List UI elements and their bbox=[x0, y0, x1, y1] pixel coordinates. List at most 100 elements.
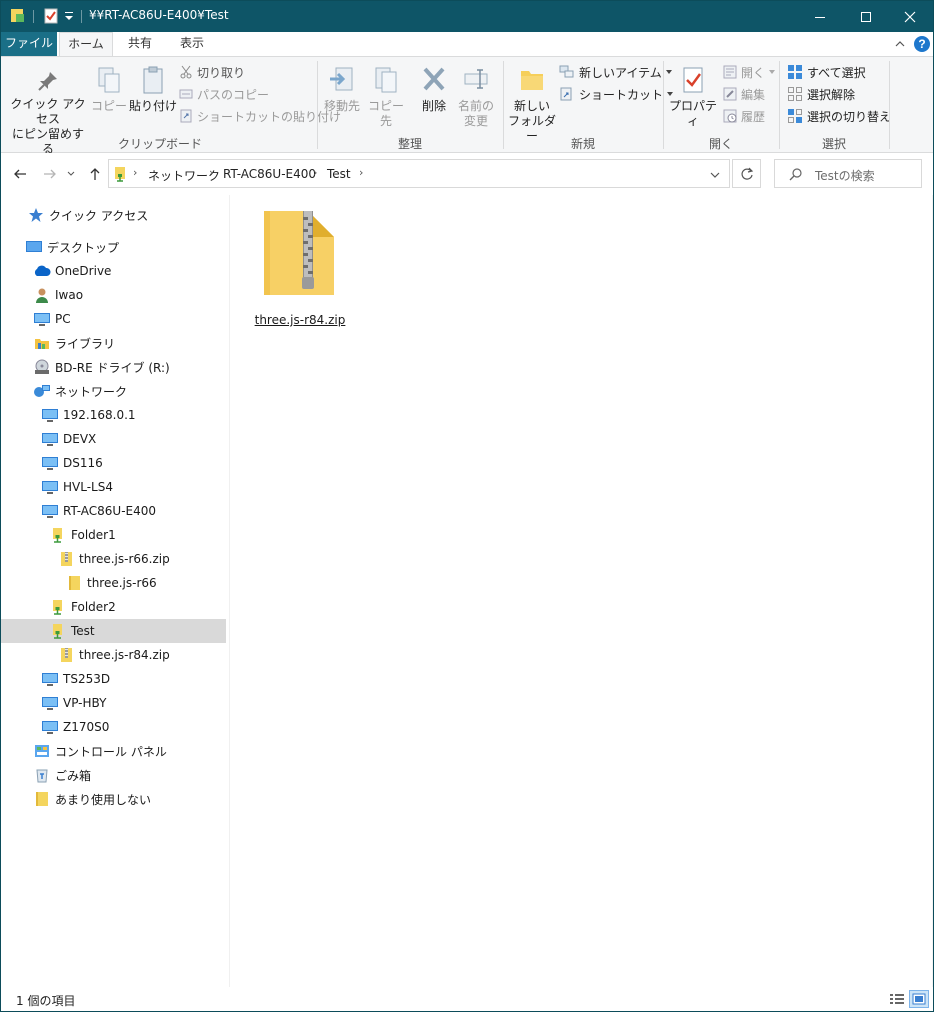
recent-locations-button[interactable] bbox=[63, 163, 79, 185]
chevron-up-icon[interactable] bbox=[894, 38, 906, 53]
address-history-dropdown[interactable] bbox=[709, 169, 721, 184]
nav-folder1[interactable]: Folder1 bbox=[1, 523, 226, 547]
select-all-button[interactable]: すべて選択 bbox=[787, 62, 866, 82]
tab-file[interactable]: ファイル bbox=[1, 32, 57, 56]
chevron-right-icon[interactable]: › bbox=[359, 166, 363, 179]
back-arrow-icon bbox=[14, 169, 26, 179]
invert-selection-icon bbox=[788, 109, 802, 123]
forward-arrow-icon bbox=[44, 169, 56, 179]
forward-button[interactable] bbox=[39, 163, 61, 185]
history-button[interactable]: 履歴 bbox=[723, 106, 765, 126]
nav-pc[interactable]: PC bbox=[1, 307, 226, 331]
copy-button[interactable]: コピー bbox=[91, 65, 127, 114]
details-view-button[interactable] bbox=[887, 990, 907, 1008]
select-none-button[interactable]: 選択解除 bbox=[787, 84, 855, 104]
breadcrumb-router[interactable]: RT-AC86U-E400 bbox=[223, 167, 316, 181]
tab-home[interactable]: ホーム bbox=[59, 32, 113, 57]
help-icon[interactable]: ? bbox=[913, 35, 931, 56]
cut-button[interactable]: 切り取り bbox=[179, 62, 245, 82]
nav-ds116[interactable]: DS116 bbox=[1, 451, 226, 475]
nav-rarely-used[interactable]: あまり使用しない bbox=[1, 787, 226, 811]
chevron-right-icon[interactable]: › bbox=[209, 166, 213, 179]
nav-devx[interactable]: DEVX bbox=[1, 427, 226, 451]
up-button[interactable] bbox=[84, 163, 106, 185]
select-all-label: すべて選択 bbox=[807, 65, 866, 80]
nav-label: クイック アクセス bbox=[49, 208, 149, 223]
nav-192-168-0-1[interactable]: 192.168.0.1 bbox=[1, 403, 226, 427]
nav-recycle-bin[interactable]: ごみ箱 bbox=[1, 763, 226, 787]
invert-selection-label: 選択の切り替え bbox=[807, 109, 892, 124]
nav-label: ライブラリ bbox=[55, 336, 116, 351]
nav-library[interactable]: ライブラリ bbox=[1, 331, 226, 355]
nav-three-js-r66[interactable]: three.js-r66 bbox=[1, 571, 226, 595]
nav-label: Folder1 bbox=[71, 528, 116, 542]
rename-icon bbox=[464, 69, 488, 89]
shortcut-button[interactable]: ショートカット bbox=[559, 84, 679, 104]
copy-label: コピー bbox=[91, 99, 128, 113]
delete-button[interactable]: 削除 bbox=[415, 65, 453, 114]
close-button[interactable] bbox=[887, 1, 933, 32]
ribbon-tabs: ファイル ホーム 共有 表示 ? bbox=[1, 32, 933, 57]
chevron-right-icon[interactable]: › bbox=[133, 166, 137, 179]
rename-button[interactable]: 名前の 変更 bbox=[455, 65, 497, 129]
properties-icon[interactable] bbox=[43, 8, 59, 24]
copy-to-button[interactable]: コピー先 bbox=[365, 65, 407, 129]
nav-three-js-r84-zip[interactable]: three.js-r84.zip bbox=[1, 643, 226, 667]
nav-hvl-ls4[interactable]: HVL-LS4 bbox=[1, 475, 226, 499]
properties-button[interactable]: プロパティ bbox=[667, 65, 719, 129]
group-label-select: 選択 bbox=[821, 137, 846, 151]
nav-bd-re-drive[interactable]: BD-RE ドライブ (R:) bbox=[1, 355, 226, 379]
move-to-button[interactable]: 移動先 bbox=[321, 65, 363, 114]
new-item-button[interactable]: 新しいアイテム bbox=[559, 62, 678, 82]
nav-vp-hby[interactable]: VP-HBY bbox=[1, 691, 226, 715]
breadcrumb-test[interactable]: Test bbox=[327, 167, 351, 181]
tab-share[interactable]: 共有 bbox=[115, 32, 165, 56]
nav-user[interactable]: Iwao bbox=[1, 283, 226, 307]
group-label-open: 開く bbox=[708, 137, 733, 151]
large-icons-view-button[interactable] bbox=[909, 990, 929, 1008]
network-folder-icon bbox=[49, 622, 67, 640]
refresh-button[interactable] bbox=[732, 159, 761, 188]
desktop-icon bbox=[25, 238, 43, 256]
paste-button[interactable]: 貼り付け bbox=[129, 65, 177, 114]
file-item[interactable]: three.js-r84.zip bbox=[254, 207, 345, 327]
scrollbar-track[interactable] bbox=[932, 195, 933, 987]
folder-icon bbox=[65, 574, 83, 592]
copy-path-button[interactable]: パスのコピー bbox=[179, 84, 269, 104]
nav-test[interactable]: Test bbox=[1, 619, 226, 643]
search-box[interactable]: Testの検索 bbox=[774, 159, 922, 188]
pin-label-line2: にピン留めする bbox=[11, 127, 84, 156]
network-icon bbox=[33, 382, 51, 400]
customize-quick-access-icon[interactable] bbox=[63, 8, 79, 24]
computer-icon bbox=[41, 430, 59, 448]
address-bar[interactable]: › ネットワーク › RT-AC86U-E400 › Test › bbox=[108, 159, 730, 188]
minimize-button[interactable] bbox=[797, 1, 843, 32]
pin-to-quick-access-button[interactable]: クイック アクセス にピン留めする bbox=[7, 69, 89, 157]
nav-rt-ac86u-e400[interactable]: RT-AC86U-E400 bbox=[1, 499, 226, 523]
rename-label-line1: 名前の bbox=[457, 99, 494, 113]
nav-ts253d[interactable]: TS253D bbox=[1, 667, 226, 691]
tab-view[interactable]: 表示 bbox=[167, 32, 217, 56]
nav-control-panel[interactable]: コントロール パネル bbox=[1, 739, 226, 763]
nav-z170s0[interactable]: Z170S0 bbox=[1, 715, 226, 739]
search-icon bbox=[789, 167, 803, 184]
nav-network[interactable]: ネットワーク bbox=[1, 379, 226, 403]
chevron-right-icon[interactable]: › bbox=[313, 166, 317, 179]
back-button[interactable] bbox=[9, 163, 31, 185]
maximize-button[interactable] bbox=[843, 1, 889, 32]
pc-icon bbox=[33, 310, 51, 328]
navigation-pane: クイック アクセス デスクトップ OneDrive Iwao PC ライブラリ … bbox=[1, 195, 229, 987]
nav-folder2[interactable]: Folder2 bbox=[1, 595, 226, 619]
nav-desktop[interactable]: デスクトップ bbox=[1, 235, 226, 259]
invert-selection-button[interactable]: 選択の切り替え bbox=[787, 106, 891, 126]
cloud-icon bbox=[33, 262, 51, 280]
pin-icon bbox=[38, 72, 57, 91]
nav-onedrive[interactable]: OneDrive bbox=[1, 259, 226, 283]
new-folder-button[interactable]: 新しい フォルダー bbox=[507, 65, 557, 144]
network-folder-icon bbox=[49, 598, 67, 616]
open-button[interactable]: 開く bbox=[723, 62, 781, 82]
nav-three-js-r66-zip[interactable]: three.js-r66.zip bbox=[1, 547, 226, 571]
nav-quick-access[interactable]: クイック アクセス bbox=[1, 203, 226, 227]
nav-label: TS253D bbox=[63, 672, 111, 686]
edit-button[interactable]: 編集 bbox=[723, 84, 765, 104]
